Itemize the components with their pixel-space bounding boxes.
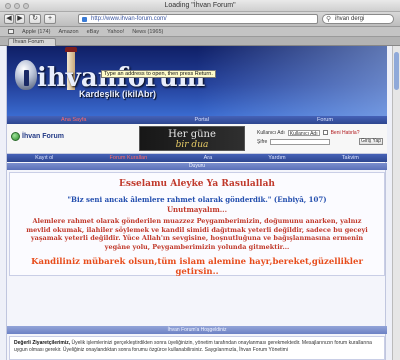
plus-icon: + [47,15,53,22]
announcement-greeting: Kandiliniz mübarek olsun,tüm islam alemi… [31,257,363,277]
forward-arrow-icon: ▶ [17,15,23,22]
reload-button[interactable]: ↻ [29,14,41,24]
back-arrow-icon: ◀ [6,15,12,22]
announcement-bar: Duyuru [7,163,387,170]
menu-item-home[interactable]: Ana Sayfa [61,117,86,123]
username-label: Kullanıcı Adı [257,129,285,136]
remember-me-label: Beni Hatırla? [330,129,360,136]
tab-bar: İhvan Forum [0,37,400,46]
announcement-box: Esselamu Aleyke Ya Rasulallah "Biz seni … [9,172,385,277]
username-input[interactable]: Kullanıcı Adı [287,129,320,137]
bookmark-item[interactable]: Yahoo! [107,29,124,35]
browser-toolbar: ◀ ▶ ↻ + http://www.ihvan-forum.com/ ⚲ ih… [0,12,400,27]
bookmark-item[interactable]: eBay [87,29,100,35]
menu-item-forum[interactable]: Forum [317,117,333,123]
address-bar-url: http://www.ihvan-forum.com/ [91,16,167,22]
menu-item-register[interactable]: Kayıt ol [35,155,53,161]
remember-me-checkbox[interactable] [322,130,328,135]
forum-name: İhvan Forum [22,133,65,140]
site-tagline: Kardeşlik (ikilAbr) [79,89,157,99]
menu-item-rules[interactable]: Forum Kuralları [110,155,148,161]
login-row-username: Kullanıcı Adı Kullanıcı Adı Beni Hatırla… [257,128,383,137]
search-field-value: ihvan dergi [335,16,365,22]
tab-ihvan-forum[interactable]: İhvan Forum [8,38,56,46]
bookmarks-bar: Apple (174) Amazon eBay Yahoo! News (196… [0,27,400,37]
window-title: Loading "İhvan Forum" [164,2,236,9]
announcement-quote: "Biz seni ancak âlemlere rahmet olarak g… [67,195,327,204]
announcement-paragraph: Alemlere rahmet olarak gönderilen muazze… [26,217,368,251]
sub-menu: Kayıt ol Forum Kuralları Ara Yardım Takv… [7,154,387,162]
welcome-box: Değerli Ziyaretçilerimiz, Üyelik işlemle… [9,336,385,360]
add-bookmark-button[interactable]: + [44,14,56,24]
bookmark-item[interactable]: Amazon [58,29,78,35]
address-tooltip: Type an address to open, then press Retu… [101,70,216,78]
page-scrollbar[interactable] [392,46,400,360]
password-label: Şifre [257,138,268,145]
window-titlebar: Loading "İhvan Forum" [0,0,400,12]
bookmark-item[interactable]: Apple (174) [22,29,50,35]
scrollbar-thumb[interactable] [394,52,399,90]
forward-button[interactable]: ▶ [15,14,25,24]
login-button[interactable]: Giriş Yap [359,138,383,145]
login-row-password: Şifre Giriş Yap [257,137,383,146]
announcement-quote-tail: Unutmayalım... [166,205,228,214]
login-form: Kullanıcı Adı Kullanıcı Adı Beni Hatırla… [257,128,383,150]
password-input[interactable] [270,138,331,145]
address-bar[interactable]: http://www.ihvan-forum.com/ [78,14,318,24]
forum-header: İhvan Forum Her güne bir dua Kullanıcı A… [7,124,387,154]
site-banner: ihvanforum Kardeşlik (ikilAbr) Type an a… [7,46,387,116]
logo-i-icon [15,60,37,90]
forum-site: ihvanforum Kardeşlik (ikilAbr) Type an a… [6,46,387,360]
welcome-lead: Değerli Ziyaretçilerimiz, [14,340,71,346]
dua-ad-banner[interactable]: Her güne bir dua [139,126,245,151]
reload-icon: ↻ [32,15,38,22]
banner-sky [197,46,387,116]
globe-icon [11,132,20,141]
back-button[interactable]: ◀ [4,14,14,24]
menu-item-search[interactable]: Ara [204,155,213,161]
menu-item-portal[interactable]: Portal [195,117,209,123]
bookmarks-icon[interactable] [8,29,14,34]
search-icon: ⚲ [326,16,332,23]
search-field[interactable]: ⚲ ihvan dergi [322,14,394,24]
site-favicon-icon [82,17,87,22]
top-menu: Ana Sayfa Portal Forum [7,116,387,124]
ad-line-2: bir dua [175,140,209,150]
welcome-bar: İhvan Forum'a Hoşgeldiniz [7,326,387,334]
forum-home-link[interactable]: İhvan Forum [11,132,64,141]
bookmark-item[interactable]: News (1965) [132,29,163,35]
announcement-heading: Esselamu Aleyke Ya Rasulallah [119,179,275,189]
ad-line-1: Her güne [168,129,216,140]
menu-item-help[interactable]: Yardım [268,155,285,161]
menu-item-calendar[interactable]: Takvim [342,155,359,161]
page-viewport: ihvanforum Kardeşlik (ikilAbr) Type an a… [0,46,392,360]
